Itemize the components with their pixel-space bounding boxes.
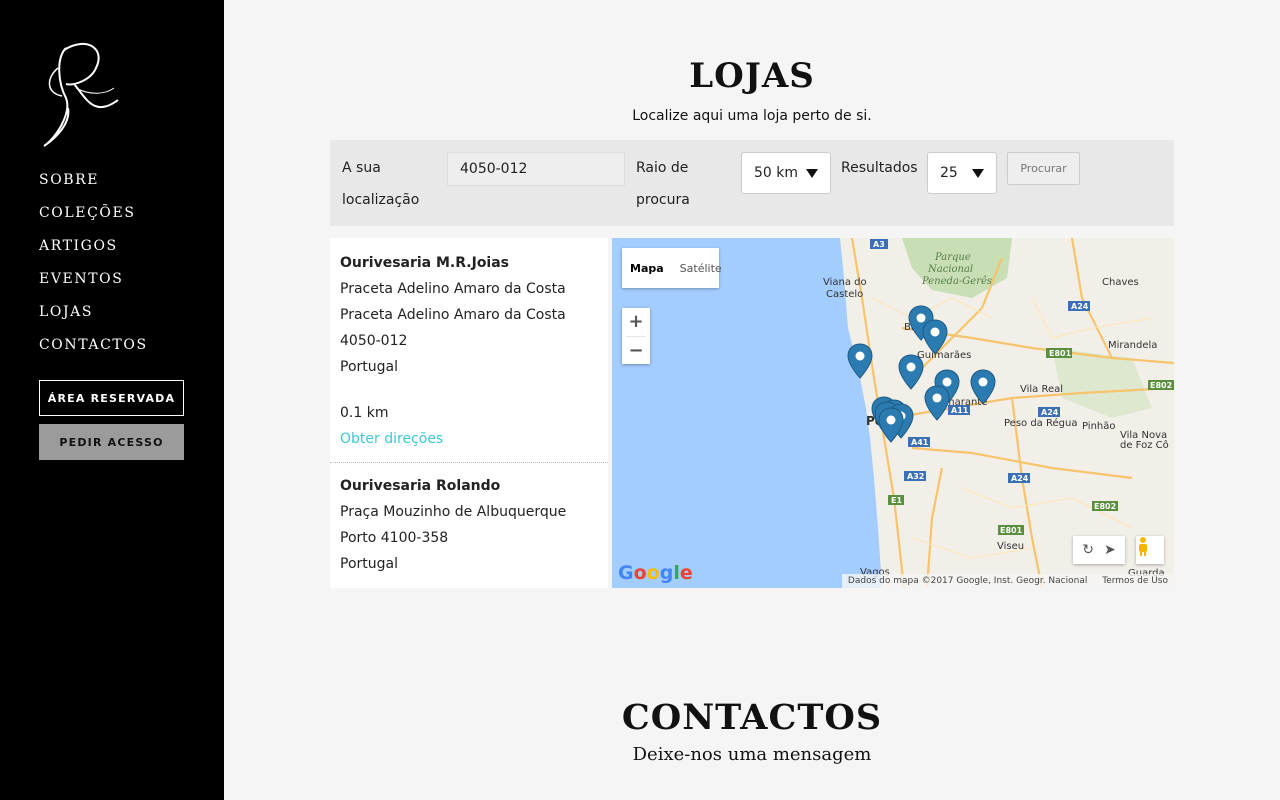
map-label-mirandela: Mirandela [1108,340,1157,351]
get-directions-link[interactable]: Obter direções [340,426,598,452]
terms-of-use-link[interactable]: Termos de Uso [1102,576,1168,586]
stores-subtitle: Localize aqui uma loja perto de si. [632,108,872,124]
road-shield: A32 [907,472,924,481]
radius-select[interactable]: 50 km [741,152,831,194]
map-data-credit: Dados do mapa ©2017 Google, Inst. Geogr.… [847,576,1088,586]
zoom-out-button[interactable]: − [622,337,650,365]
radius-select-value: 50 km [754,165,799,181]
store-distance: 0.1 km [340,405,389,421]
nav-item-artigos[interactable]: ARTIGOS [39,236,148,269]
store-map[interactable]: Viana do Castelo Chaves Braga Guimarães … [612,238,1174,588]
road-shield: A24 [1071,302,1089,311]
map-label-vilareal: Vila Real [1020,384,1063,395]
nav-item-lojas[interactable]: LOJAS [39,302,148,335]
brand-logo[interactable] [36,38,126,150]
radius-label-line1: Raio de [636,160,689,176]
location-label-line1: A sua [342,160,381,176]
refresh-icon[interactable]: ↻ [1082,542,1094,558]
store-results-list: Ourivesaria M.R.Joias Praceta Adelino Am… [330,238,608,588]
store-search-form: A sua localização 4050-012 Raio de procu… [330,140,1174,226]
road-shield: A41 [911,438,929,447]
chevron-down-icon [972,169,984,178]
satellite-tab[interactable]: Satélite [672,262,730,275]
map-label-pinhao: Pinhão [1082,421,1116,432]
map-label-guimaraes: Guimarães [917,350,971,361]
road-shield: E802 [1094,502,1116,511]
store-postal-code: 4050-012 [340,333,408,349]
nav-item-eventos[interactable]: EVENTOS [39,269,148,302]
results-select-value: 25 [940,165,958,181]
map-label-viana: Viana do [823,277,867,288]
nav-item-sobre[interactable]: SOBRE [39,170,148,203]
main-nav: SOBRE COLEÇÕES ARTIGOS EVENTOS LOJAS CON… [39,170,148,368]
map-label-viana: Castelo [826,289,863,300]
road-shield: E801 [1000,526,1023,535]
map-label-pesoregua: Peso da Régua [1004,417,1077,429]
road-shield: E801 [1049,349,1072,358]
results-label: Resultados [841,160,918,176]
results-select[interactable]: 25 [927,152,997,194]
map-type-control: Mapa Satélite [622,248,722,288]
road-shield: E802 [1150,381,1172,390]
road-shield: A11 [951,406,969,415]
zoom-in-button[interactable]: + [622,308,650,336]
locate-icon[interactable]: ➤ [1104,542,1116,558]
map-label-viseu: Viseu [997,541,1024,552]
map-tools: ↻ ➤ [1073,536,1125,564]
sidebar: SOBRE COLEÇÕES ARTIGOS EVENTOS LOJAS CON… [0,0,224,800]
nav-item-contactos[interactable]: CONTACTOS [39,335,148,368]
chevron-down-icon [806,169,818,178]
store-country: Portugal [340,556,398,572]
search-button[interactable]: Procurar [1007,152,1080,185]
store-name: Ourivesaria Rolando [340,478,501,494]
street-view-pegman[interactable] [1136,536,1164,564]
store-address-line: Porto 4100-358 [340,530,449,546]
road-shield: E1 [891,496,902,505]
request-access-button[interactable]: PEDIR ACESSO [39,424,184,460]
road-shield: A24 [1041,408,1059,417]
stores-title: LOJAS [689,56,815,96]
map-tab[interactable]: Mapa [622,262,672,275]
reserved-area-button[interactable]: ÁREA RESERVADA [39,380,184,416]
map-label-park: Nacional [927,264,973,275]
map-label-park: Parque [934,252,971,263]
location-label-line2: localização [342,192,420,208]
nav-item-colecoes[interactable]: COLEÇÕES [39,203,148,236]
location-input[interactable]: 4050-012 [447,152,625,186]
map-label-vilanova: de Foz Cô [1120,439,1169,451]
store-result[interactable]: Ourivesaria M.R.Joias Praceta Adelino Am… [330,238,608,452]
road-shield: A3 [873,240,885,249]
contacts-subtitle: Deixe-nos uma mensagem [632,744,872,765]
map-attribution: Dados do mapa ©2017 Google, Inst. Geogr.… [841,574,1174,588]
store-country: Portugal [340,359,398,375]
map-label-chaves: Chaves [1102,277,1139,288]
radius-label-line2: procura [636,192,690,208]
pegman-icon [1139,537,1147,556]
contacts-title: CONTACTOS [621,697,883,738]
store-address-line: Praceta Adelino Amaro da Costa [340,307,566,323]
zoom-control: + − [622,308,650,364]
map-label-park: Peneda-Gerês [921,276,992,287]
road-shield: A24 [1011,474,1029,483]
store-name: Ourivesaria M.R.Joias [340,255,510,271]
google-logo: Google [618,562,693,584]
store-address-line: Praça Mouzinho de Albuquerque [340,504,567,520]
store-result[interactable]: Ourivesaria Rolando Praça Mouzinho de Al… [330,463,608,577]
store-address-line: Praceta Adelino Amaro da Costa [340,281,566,297]
